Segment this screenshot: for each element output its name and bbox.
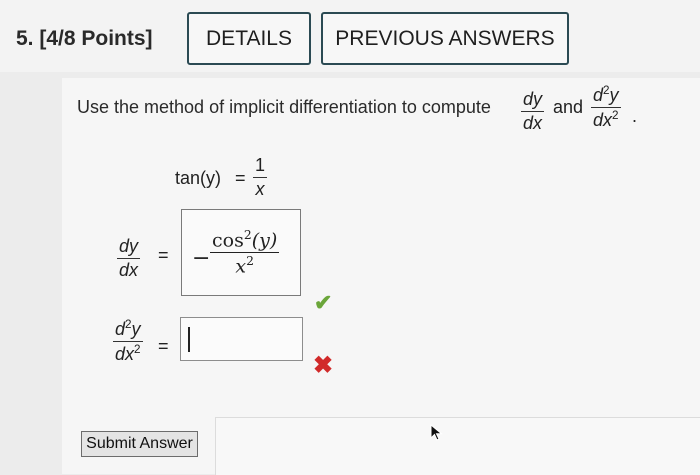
dy-answer-x: x (235, 255, 247, 278)
d2y-equals: = (158, 336, 169, 356)
prompt-period: . (632, 106, 638, 126)
prompt-dy-numerator: dy (523, 89, 543, 109)
submit-answer-button[interactable]: Submit Answer (81, 431, 198, 457)
submit-area-panel (215, 417, 700, 475)
correct-checkmark-icon: ✔ (314, 290, 333, 315)
mouse-pointer-icon (430, 424, 443, 441)
prompt-d2y-dx2-fraction: d2y dx2 (591, 84, 621, 131)
question-number-label: 5. [4/8 Points] (16, 27, 153, 50)
dy-dx-label: dy dx (117, 236, 141, 281)
dy-label-numerator: dy (119, 236, 139, 256)
equation-right-fraction: 1 x (253, 155, 268, 200)
dy-answer-x-exp: 2 (246, 254, 254, 269)
dy-answer-cos-exp: 2 (243, 228, 252, 242)
equation-left-side: tan(y) (175, 168, 222, 188)
equation-rhs-numerator: 1 (255, 155, 266, 175)
d2y-dx2-label: d2y dx2 (113, 318, 143, 365)
equation-equals: = (235, 168, 246, 188)
prompt-d2-d: d (593, 85, 604, 106)
prompt-and-text: and (553, 97, 584, 117)
incorrect-x-icon: ✖ (313, 352, 334, 379)
dy-equals: = (158, 245, 169, 265)
prompt-d2-den-exp: 2 (612, 109, 619, 123)
dy-answer-cos: cos (212, 229, 244, 252)
dy-dx-answer-box[interactable]: − cos2(y) x2 (181, 209, 301, 296)
question-prompt: Use the method of implicit differentiati… (77, 97, 491, 117)
question-header: 5. [4/8 Points] DETAILS PREVIOUS ANSWERS (0, 0, 700, 72)
equation-rhs-denominator: x (255, 179, 265, 199)
dy-label-denominator: dx (119, 260, 139, 280)
prompt-d2-y: y (609, 85, 619, 106)
previous-answers-button[interactable]: PREVIOUS ANSWERS (321, 12, 569, 65)
dy-answer-fraction: cos2(y) x2 (210, 228, 280, 278)
d2-label-d: d (115, 319, 126, 340)
d2y-dx2-answer-input[interactable] (180, 317, 303, 361)
dy-answer-minus: − (192, 246, 211, 271)
text-caret (188, 327, 190, 352)
d2-label-dx: dx (115, 344, 135, 365)
prompt-d2-dx: dx (593, 110, 613, 131)
prompt-dy-denominator: dx (523, 113, 543, 133)
dy-answer-arg: (y) (251, 229, 278, 252)
question-body (62, 78, 700, 474)
details-button[interactable]: DETAILS (187, 12, 311, 65)
prompt-dy-dx-fraction: dy dx (521, 89, 545, 134)
d2-label-den-exp: 2 (134, 343, 141, 357)
d2-label-y: y (131, 319, 141, 340)
